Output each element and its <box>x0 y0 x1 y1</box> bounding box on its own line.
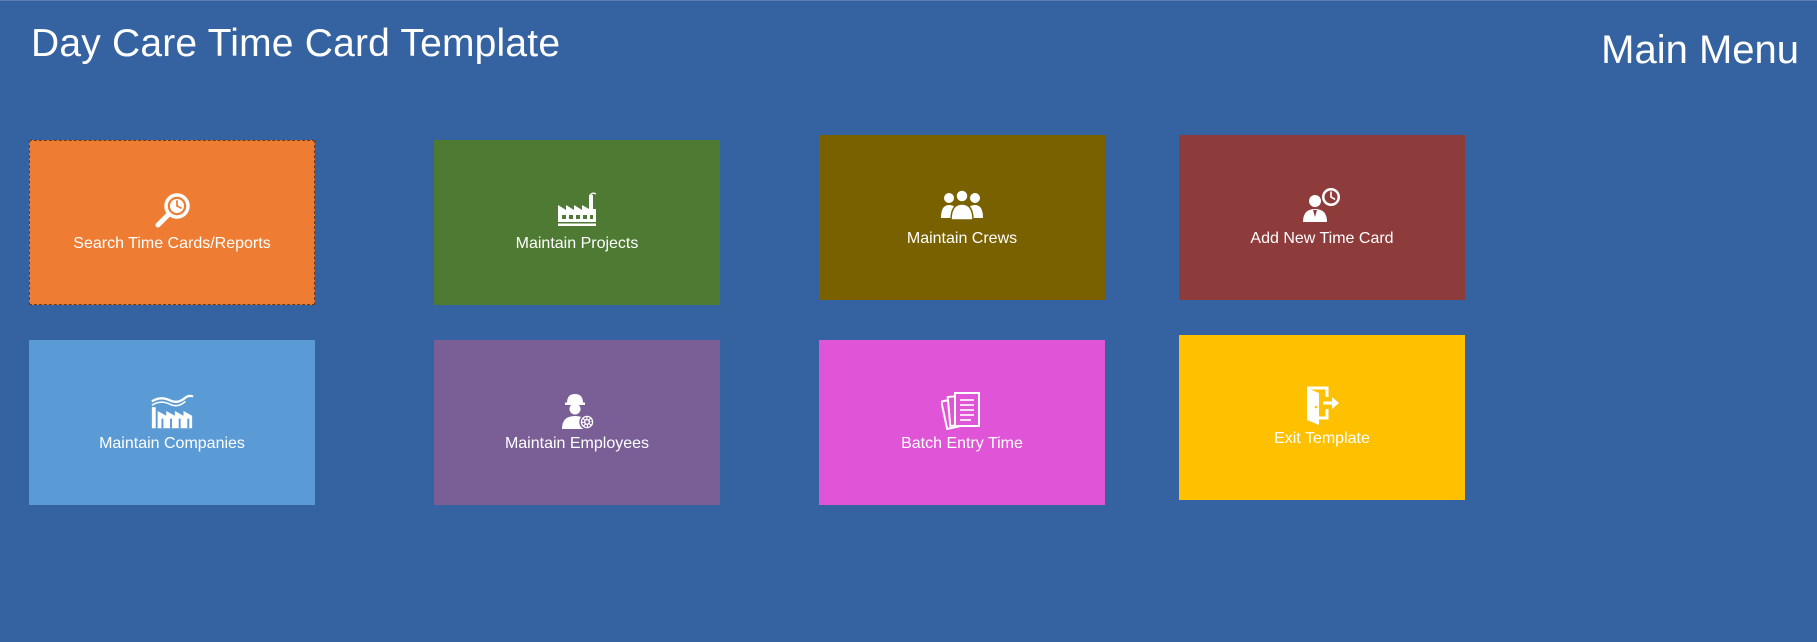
industry-icon <box>149 391 195 431</box>
add-new-time-card-button[interactable]: Add New Time Card <box>1179 135 1465 300</box>
window-top-border <box>0 0 1817 1</box>
tile-label: Maintain Projects <box>515 235 639 252</box>
person-clock-icon <box>1299 186 1345 226</box>
magnifier-clock-icon <box>149 191 195 231</box>
worker-gear-icon <box>554 391 600 431</box>
maintain-employees-button[interactable]: Maintain Employees <box>434 340 720 505</box>
people-group-icon <box>939 186 985 226</box>
app-title: Day Care Time Card Template <box>31 22 561 65</box>
tile-label: Maintain Crews <box>906 230 1018 247</box>
maintain-crews-button[interactable]: Maintain Crews <box>819 135 1105 300</box>
batch-entry-time-button[interactable]: Batch Entry Time <box>819 340 1105 505</box>
exit-template-button[interactable]: Exit Template <box>1179 335 1465 500</box>
tile-label: Add New Time Card <box>1250 230 1394 247</box>
tile-label: Maintain Companies <box>99 435 245 452</box>
tile-label: Search Time Cards/Reports <box>73 235 271 252</box>
exit-door-icon <box>1299 386 1345 426</box>
menu-title: Main Menu <box>1601 28 1799 72</box>
factory-icon <box>554 191 600 231</box>
tile-label: Maintain Employees <box>504 435 650 452</box>
maintain-projects-button[interactable]: Maintain Projects <box>434 140 720 305</box>
tile-label: Batch Entry Time <box>901 435 1023 452</box>
maintain-companies-button[interactable]: Maintain Companies <box>29 340 315 505</box>
documents-icon <box>939 391 985 431</box>
tile-label: Exit Template <box>1274 430 1370 447</box>
search-time-cards-button[interactable]: Search Time Cards/Reports <box>29 140 315 305</box>
